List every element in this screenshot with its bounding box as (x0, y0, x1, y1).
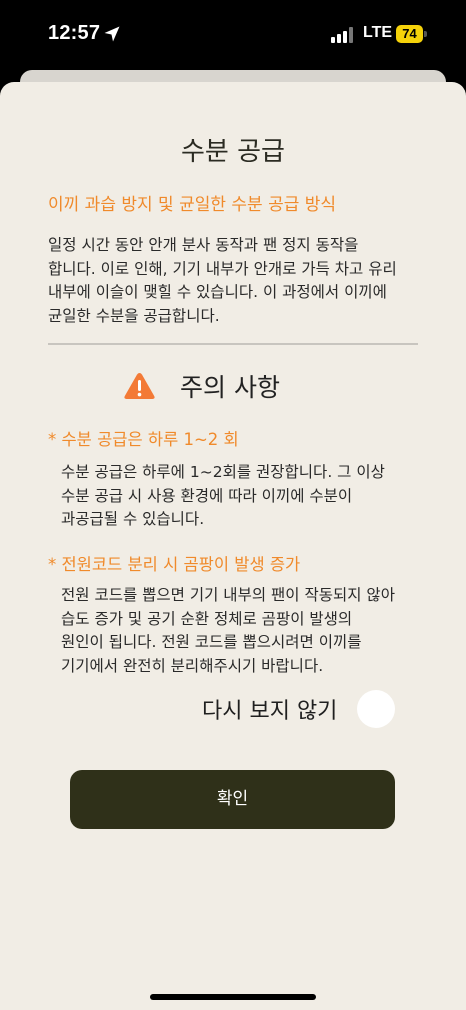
dont-show-again-label: 다시 보지 않기 (202, 699, 338, 724)
battery-cap (424, 31, 427, 37)
note-line: 수분 공급은 하루에 1~2회를 권장합니다. 그 이상 (61, 463, 385, 481)
note-line: 습도 증가 및 공기 순환 정체로 곰팡이 발생의 (61, 609, 353, 628)
note-body: 전원 코드를 뽑으면 기기 내부의 팬이 작동되지 않아 습도 증가 및 공기 … (61, 584, 431, 678)
divider (48, 343, 418, 345)
location-arrow-icon (104, 26, 120, 42)
note-title: * 전원코드 분리 시 곰팡이 발생 증가 (48, 555, 301, 574)
intro-line: 합니다. 이로 인해, 기기 내부가 안개로 가득 차고 유리 (48, 259, 397, 278)
battery-icon: 74 (396, 25, 427, 43)
note-line: 원인이 됩니다. 전원 코드를 뽑으시려면 이끼를 (61, 633, 362, 651)
status-bar: 12:57 LTE 74 (0, 0, 466, 70)
cellular-signal-icon (331, 27, 353, 43)
caution-title: 주의 사항 (180, 373, 280, 402)
intro-text: 일정 시간 동안 안개 분사 동작과 팬 정지 동작을 합니다. 이로 인해, … (48, 234, 428, 328)
note-line: 과공급될 수 있습니다. (61, 510, 205, 528)
subtitle: 이끼 과습 방지 및 균일한 수분 공급 방식 (48, 195, 337, 215)
warning-icon (124, 373, 155, 399)
modal-sheet: 수분 공급 이끼 과습 방지 및 균일한 수분 공급 방식 일정 시간 동안 안… (0, 82, 466, 1010)
note-line: 전원 코드를 뽑으면 기기 내부의 팬이 작동되지 않아 (61, 586, 395, 604)
note-body: 수분 공급은 하루에 1~2회를 권장합니다. 그 이상 수분 공급 시 사용 … (61, 461, 431, 532)
status-time: 12:57 (48, 22, 101, 44)
intro-line: 균일한 수분을 공급합니다. (48, 306, 220, 325)
battery-level: 74 (396, 25, 423, 43)
confirm-button[interactable]: 확인 (70, 770, 395, 829)
sheet-title: 수분 공급 (181, 137, 285, 167)
note-title: * 수분 공급은 하루 1~2 회 (48, 430, 239, 449)
note-line: 기기에서 완전히 분리해주시기 바랍니다. (61, 656, 324, 675)
home-indicator (150, 994, 316, 1000)
intro-line: 내부에 이슬이 맺힐 수 있습니다. 이 과정에서 이끼에 (48, 283, 387, 301)
dont-show-again-toggle[interactable] (357, 690, 395, 728)
network-type: LTE (363, 24, 393, 41)
intro-line: 일정 시간 동안 안개 분사 동작과 팬 정지 동작을 (48, 236, 359, 254)
note-line: 수분 공급 시 사용 환경에 따라 이끼에 수분이 (61, 486, 353, 505)
